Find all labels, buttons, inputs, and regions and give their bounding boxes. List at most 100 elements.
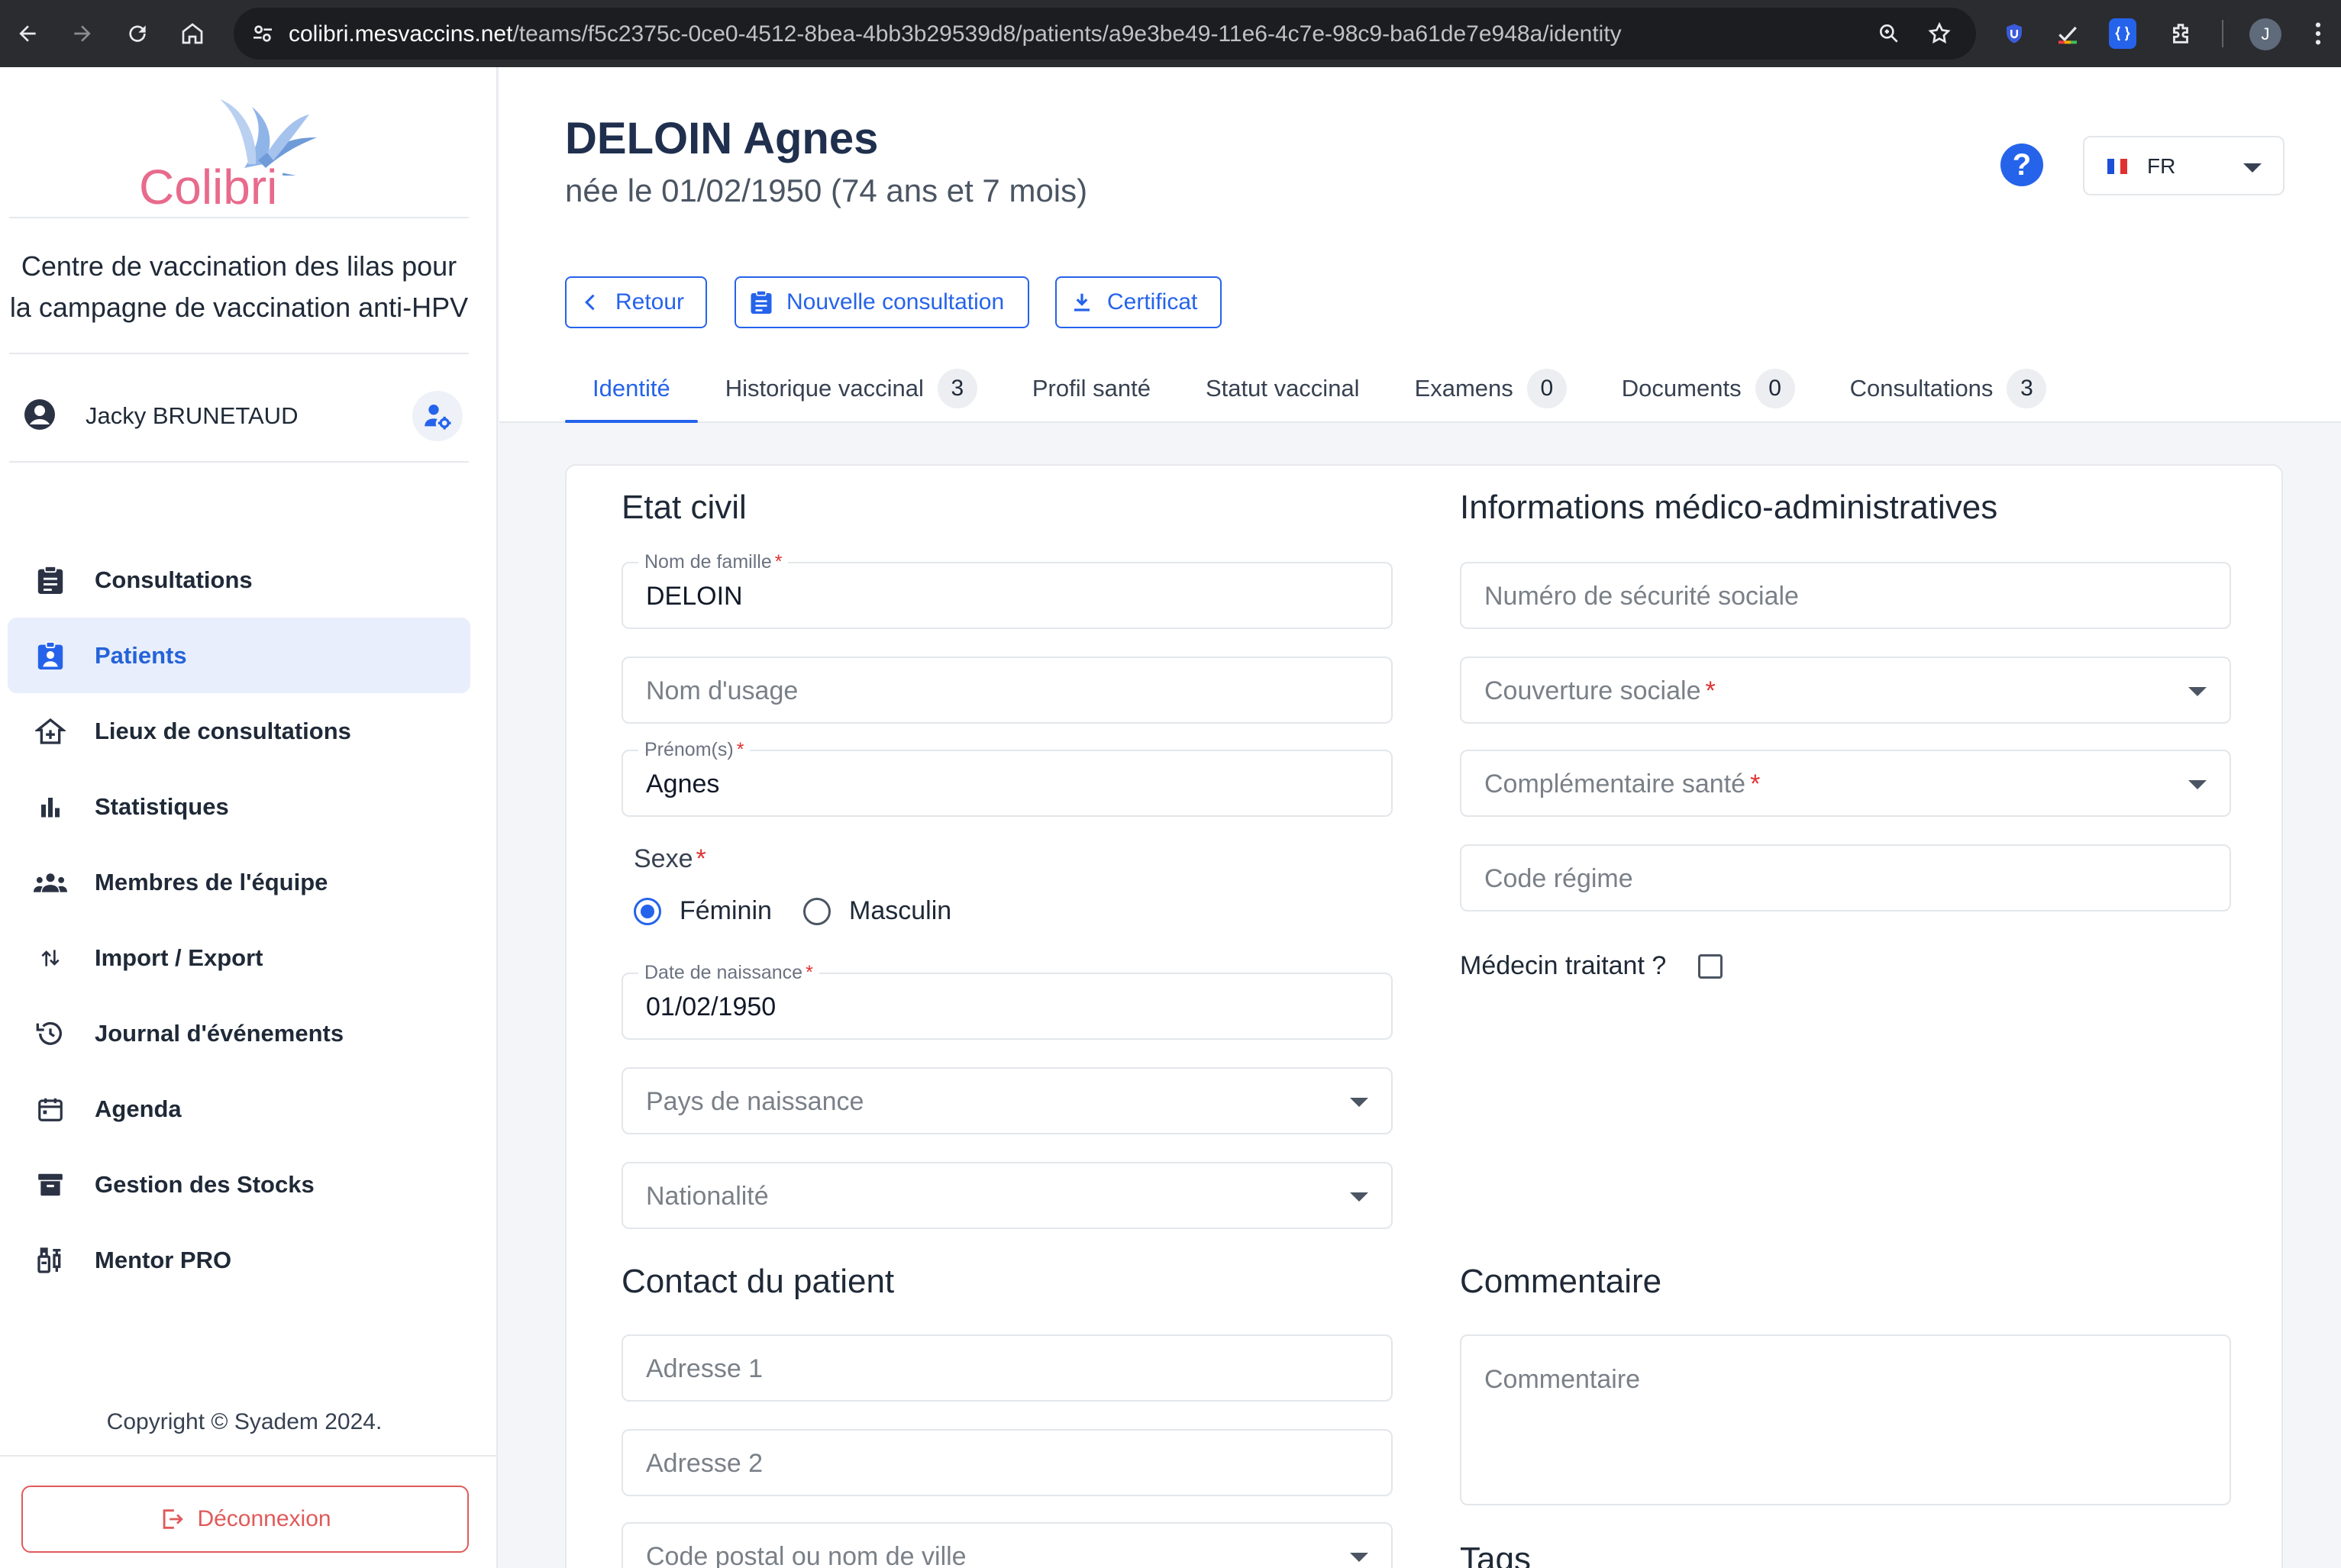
- bar-chart-icon: [34, 790, 67, 824]
- nom-famille-label-text: Nom de famille: [644, 551, 772, 573]
- prenoms-label-text: Prénom(s): [644, 739, 734, 760]
- couverture-placeholder: Couverture sociale *: [1484, 676, 1716, 706]
- date-naissance-label: Date de naissance *: [638, 962, 819, 984]
- adresse1-field[interactable]: Adresse 1: [622, 1334, 1393, 1402]
- sidebar-item-import-export[interactable]: Import / Export: [8, 920, 470, 995]
- sidebar-item-mentor[interactable]: Mentor PRO: [8, 1222, 470, 1298]
- tab-label: Statut vaccinal: [1205, 375, 1360, 402]
- help-button[interactable]: ?: [2000, 144, 2043, 186]
- required-mark: *: [806, 962, 813, 983]
- caret-down-icon: [1350, 1098, 1368, 1107]
- sidebar-item-statistiques[interactable]: Statistiques: [8, 769, 470, 844]
- nom-famille-field[interactable]: Nom de famille * DELOIN: [622, 551, 1393, 629]
- caret-down-icon: [2188, 780, 2207, 789]
- code-regime-field[interactable]: Code régime: [1460, 844, 2231, 911]
- tab-historique-vaccinal[interactable]: Historique vaccinal 3: [698, 354, 1005, 423]
- date-naissance-field[interactable]: Date de naissance * 01/02/1950: [622, 962, 1393, 1040]
- sidebar-item-lieux[interactable]: Lieux de consultations: [8, 693, 470, 769]
- browser-menu-icon[interactable]: [2301, 17, 2335, 50]
- patient-badge-icon: [34, 639, 67, 673]
- page-title: DELOIN Agnes: [565, 114, 879, 163]
- extension-shield-icon[interactable]: [1997, 17, 2031, 50]
- logout-icon: [163, 1509, 184, 1529]
- sidebar-divider: [0, 1455, 496, 1457]
- back-arrow-icon[interactable]: [11, 17, 44, 50]
- secu-field[interactable]: Numéro de sécurité sociale: [1460, 562, 2231, 629]
- sidebar-item-stocks[interactable]: Gestion des Stocks: [8, 1147, 470, 1222]
- sidebar-item-equipe[interactable]: Membres de l'équipe: [8, 844, 470, 920]
- toolbar-divider: [2222, 20, 2223, 47]
- sexe-feminin-radio[interactable]: Féminin: [634, 896, 772, 926]
- tab-documents[interactable]: Documents 0: [1594, 354, 1823, 423]
- user-settings-button[interactable]: [412, 391, 463, 441]
- medecin-traitant-checkbox[interactable]: [1698, 954, 1723, 979]
- nom-famille-value: DELOIN: [646, 582, 743, 611]
- language-select[interactable]: FR: [2083, 136, 2284, 195]
- patient-birth-info: née le 01/02/1950 (74 ans et 7 mois): [565, 173, 1088, 208]
- chevron-left-icon: [585, 294, 595, 311]
- home-plus-icon: [34, 715, 67, 748]
- center-name-line2: la campagne de vaccination anti-HPV: [9, 292, 469, 323]
- sidebar-item-consultations[interactable]: Consultations: [8, 542, 470, 618]
- commentaire-title: Commentaire: [1460, 1263, 1662, 1300]
- tab-label: Profil santé: [1032, 375, 1151, 402]
- calendar-icon: [34, 1092, 67, 1126]
- adresse1-placeholder: Adresse 1: [646, 1354, 764, 1383]
- required-mark: *: [1705, 676, 1716, 705]
- tab-identite[interactable]: Identité: [565, 354, 698, 423]
- secu-placeholder: Numéro de sécurité sociale: [1484, 582, 1799, 611]
- sidebar-item-agenda[interactable]: Agenda: [8, 1071, 470, 1147]
- complementaire-placeholder-text: Complémentaire santé: [1484, 769, 1746, 799]
- tab-label: Documents: [1621, 375, 1742, 402]
- colibri-logo[interactable]: Colibri: [130, 84, 336, 215]
- required-mark: *: [736, 739, 744, 760]
- zoom-icon[interactable]: [1877, 21, 1901, 50]
- nationalite-select[interactable]: Nationalité: [622, 1162, 1393, 1229]
- sexe-masculin-radio[interactable]: Masculin: [803, 896, 951, 926]
- reload-icon[interactable]: [121, 17, 154, 50]
- prenoms-field[interactable]: Prénom(s) * Agnes: [622, 739, 1393, 817]
- site-settings-icon[interactable]: [250, 21, 275, 50]
- back-button[interactable]: Retour: [565, 276, 707, 328]
- extensions-puzzle-icon[interactable]: [2164, 17, 2197, 50]
- sidebar-item-journal[interactable]: Journal d'événements: [8, 995, 470, 1071]
- patient-header: DELOIN Agnes née le 01/02/1950 (74 ans e…: [499, 67, 2341, 423]
- tab-examens[interactable]: Examens 0: [1387, 354, 1594, 423]
- new-consultation-button[interactable]: Nouvelle consultation: [735, 276, 1029, 328]
- adresse2-placeholder: Adresse 2: [646, 1449, 764, 1478]
- user-gear-icon: [425, 405, 451, 430]
- commentaire-placeholder: Commentaire: [1484, 1365, 1641, 1394]
- tags-title: Tags: [1460, 1541, 1531, 1568]
- extension-check-icon[interactable]: [2051, 17, 2084, 50]
- vaccine-icon: [34, 1244, 67, 1277]
- sidebar-item-label: Consultations: [95, 566, 253, 593]
- logo-text: Colibri: [139, 160, 278, 215]
- contact-title: Contact du patient: [622, 1263, 895, 1300]
- prenoms-label: Prénom(s) *: [638, 739, 751, 761]
- etat-civil-title: Etat civil: [622, 489, 747, 526]
- sidebar-item-label: Membres de l'équipe: [95, 868, 328, 895]
- complementaire-select[interactable]: Complémentaire santé *: [1460, 750, 2231, 817]
- center-name: Centre de vaccination des lilas pour la …: [0, 246, 478, 328]
- logout-button[interactable]: Déconnexion: [21, 1486, 469, 1553]
- bookmark-star-icon[interactable]: [1927, 21, 1952, 50]
- nom-usage-field[interactable]: Nom d'usage: [622, 657, 1393, 724]
- sidebar-item-patients[interactable]: Patients: [8, 618, 470, 693]
- tab-consultations[interactable]: Consultations 3: [1823, 354, 2075, 423]
- sidebar-item-label: Mentor PRO: [95, 1246, 232, 1273]
- commentaire-textarea[interactable]: Commentaire: [1460, 1334, 2231, 1505]
- couverture-select[interactable]: Couverture sociale *: [1460, 657, 2231, 724]
- caret-down-icon: [2188, 687, 2207, 696]
- adresse2-field[interactable]: Adresse 2: [622, 1429, 1393, 1496]
- ville-select[interactable]: Code postal ou nom de ville: [622, 1522, 1393, 1568]
- tab-statut-vaccinal[interactable]: Statut vaccinal: [1178, 354, 1387, 423]
- home-icon[interactable]: [176, 17, 209, 50]
- extension-json-icon[interactable]: [2109, 18, 2136, 49]
- certificate-button[interactable]: Certificat: [1055, 276, 1222, 328]
- address-bar[interactable]: colibri.mesvaccins.net/teams/f5c2375c-0c…: [234, 8, 1976, 60]
- tab-profil-sante[interactable]: Profil santé: [1005, 354, 1178, 423]
- forward-arrow-icon[interactable]: [66, 17, 99, 50]
- profile-avatar[interactable]: J: [2249, 18, 2281, 50]
- radio-label: Féminin: [680, 896, 772, 925]
- pays-naissance-select[interactable]: Pays de naissance: [622, 1067, 1393, 1134]
